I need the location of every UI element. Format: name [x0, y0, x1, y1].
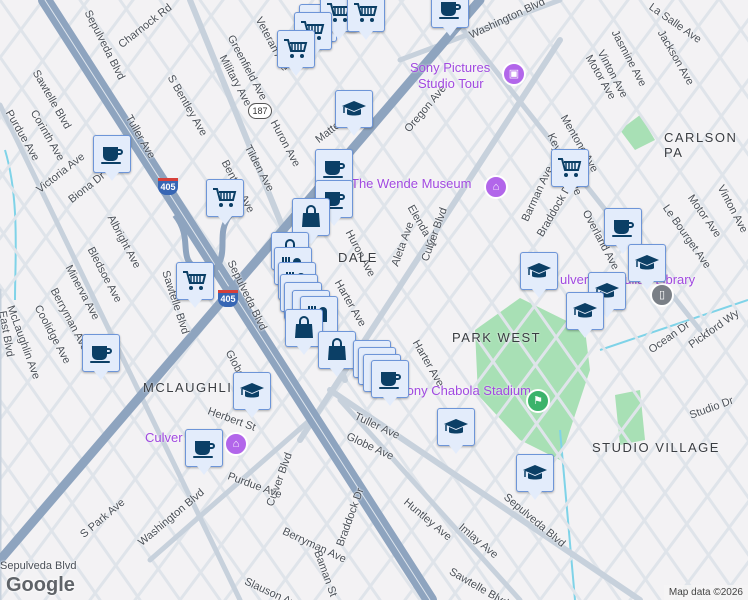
coffee-marker[interactable]: [185, 429, 223, 475]
city-hall-icon[interactable]: ⌂: [224, 432, 248, 456]
google-logo[interactable]: Google: [6, 574, 75, 597]
coffee-marker[interactable]: [93, 135, 131, 181]
shopping-cart-icon: [354, 3, 378, 22]
graduation-cap-icon: [444, 419, 468, 434]
graduation-cap-icon: [342, 101, 366, 116]
interstate-405-shield: 405: [218, 290, 238, 307]
cart-marker[interactable]: [176, 262, 214, 308]
shopping-bag-icon: [302, 205, 320, 227]
poi-label: Sony Pictures: [410, 60, 491, 75]
graduation-cap-icon: [635, 255, 659, 270]
interstate-405-shield: 405: [158, 178, 178, 195]
shopping-cart-icon: [284, 39, 308, 58]
shopping-cart-icon: [183, 271, 207, 290]
camera-icon[interactable]: ▣: [502, 62, 526, 86]
coffee-marker[interactable]: [604, 208, 642, 254]
coffee-cup-icon: [193, 441, 215, 458]
map-canvas[interactable]: Sepulveda Blvd Charnock Rd Sawtelle Blvd S …: [0, 0, 748, 600]
graduation-cap-icon: [527, 263, 551, 278]
bag-marker[interactable]: [292, 198, 330, 244]
poi-label: Studio Tour: [418, 76, 484, 91]
cart-marker[interactable]: [206, 179, 244, 225]
grad-marker[interactable]: [437, 408, 475, 454]
street: [673, 499, 748, 600]
coffee-marker[interactable]: [431, 0, 469, 36]
grad-marker[interactable]: [566, 292, 604, 338]
cart-marker[interactable]: [347, 0, 385, 40]
poi-label: Sony Chabola Stadium: [398, 383, 531, 398]
neighborhood-label: CARLSON PA: [664, 130, 738, 160]
museum-icon[interactable]: ⌂: [484, 175, 508, 199]
graduation-cap-icon: [523, 465, 547, 480]
shopping-bag-icon: [295, 316, 313, 338]
neighborhood-label: PARK WEST: [452, 330, 542, 345]
route-187-shield: 187: [248, 103, 272, 119]
grad-marker[interactable]: [335, 90, 373, 136]
coffee-marker[interactable]: [82, 334, 120, 380]
grad-marker[interactable]: [233, 372, 271, 418]
shopping-bag-icon: [328, 338, 346, 360]
street-label: Sepulveda Blvd: [0, 560, 77, 572]
coffee-cup-icon: [379, 372, 401, 389]
coffee-cup-icon: [439, 2, 461, 19]
cart-marker[interactable]: [551, 149, 589, 195]
coffee-cup-icon: [323, 161, 345, 178]
poi-label: The Wende Museum: [351, 176, 472, 191]
grad-marker[interactable]: [516, 454, 554, 500]
neighborhood-label: MCLAUGHLIN: [143, 380, 244, 395]
graduation-cap-icon: [240, 383, 264, 398]
coffee-cup-icon: [101, 147, 123, 164]
grad-marker[interactable]: [520, 252, 558, 298]
park-area: [620, 115, 655, 150]
bag-marker[interactable]: [318, 331, 356, 377]
cart-marker[interactable]: [277, 30, 315, 76]
shopping-cart-icon: [558, 158, 582, 177]
neighborhood-label: STUDIO VILLAGE: [592, 440, 720, 455]
coffee-cup-icon: [612, 220, 634, 237]
neighborhood-label: DALE: [338, 250, 378, 265]
map-attribution[interactable]: Map data ©2026: [663, 585, 748, 600]
coffee-cup-icon: [90, 346, 112, 363]
grad-marker[interactable]: [628, 244, 666, 290]
coffee-marker[interactable]: [371, 360, 409, 406]
graduation-cap-icon: [573, 303, 597, 318]
shopping-cart-icon: [213, 188, 237, 207]
stadium-icon[interactable]: ⚑: [526, 389, 550, 413]
street: [518, 0, 748, 329]
